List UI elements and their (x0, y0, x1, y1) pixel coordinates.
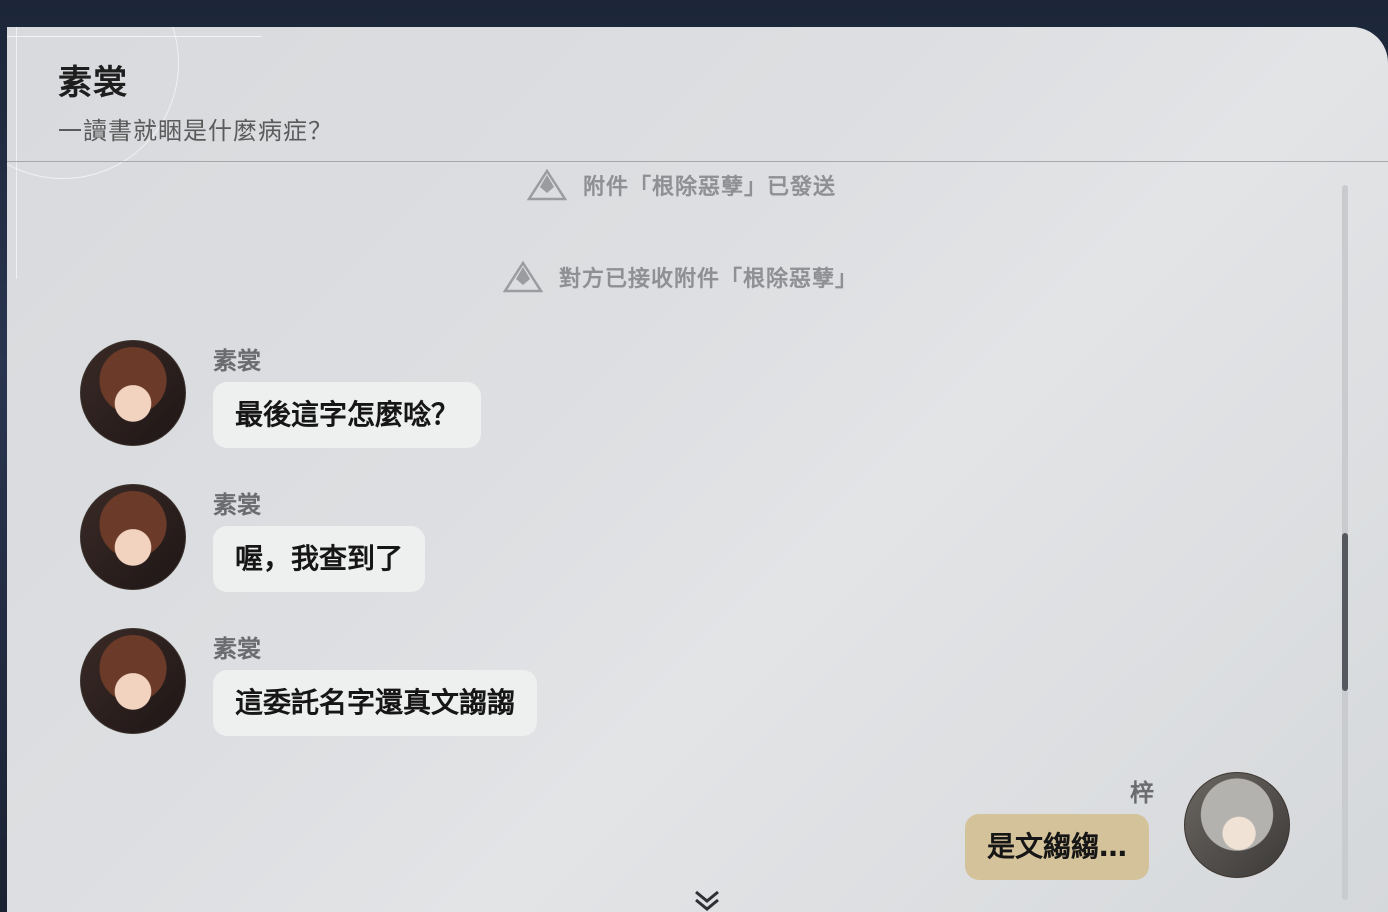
page-subtitle: 一讀書就睏是什麼病症？ (58, 117, 333, 145)
decorative-line (7, 36, 262, 37)
avatar-self[interactable] (1184, 772, 1290, 878)
decorative-line (16, 27, 17, 279)
avatar[interactable] (80, 484, 186, 590)
system-message-text: 對方已接收附件「根除惡孽」 (559, 267, 859, 292)
header-divider (7, 161, 1388, 162)
system-message: 附件「根除惡孽」已發送 (527, 169, 836, 201)
chat-bubble: 最後這字怎麼唸？ (213, 382, 482, 448)
chat-panel: 素裳 一讀書就睏是什麼病症？ 附件「根除惡孽」已發送 對方已接收附件「根除惡孽」… (7, 27, 1388, 912)
chevron-down-icon[interactable] (693, 889, 721, 912)
avatar[interactable] (80, 340, 186, 446)
sender-name: 素裳 (213, 347, 261, 375)
page-title: 素裳 (58, 63, 128, 103)
chat-bubble: 這委託名字還真文謅謅 (213, 670, 538, 736)
sender-name: 梓 (1130, 779, 1154, 807)
scrollbar-thumb[interactable] (1342, 533, 1348, 691)
chat-bubble-self: 是文縐縐… (965, 814, 1150, 880)
avatar[interactable] (80, 628, 186, 734)
warning-triangle-icon (527, 169, 567, 201)
system-message: 對方已接收附件「根除惡孽」 (503, 261, 858, 293)
chat-bubble: 喔，我查到了 (213, 526, 426, 592)
chat-header: 素裳 一讀書就睏是什麼病症？ (58, 63, 333, 146)
sender-name: 素裳 (213, 635, 261, 663)
warning-triangle-icon (503, 261, 543, 293)
sender-name: 素裳 (213, 491, 261, 519)
system-message-text: 附件「根除惡孽」已發送 (583, 175, 837, 200)
